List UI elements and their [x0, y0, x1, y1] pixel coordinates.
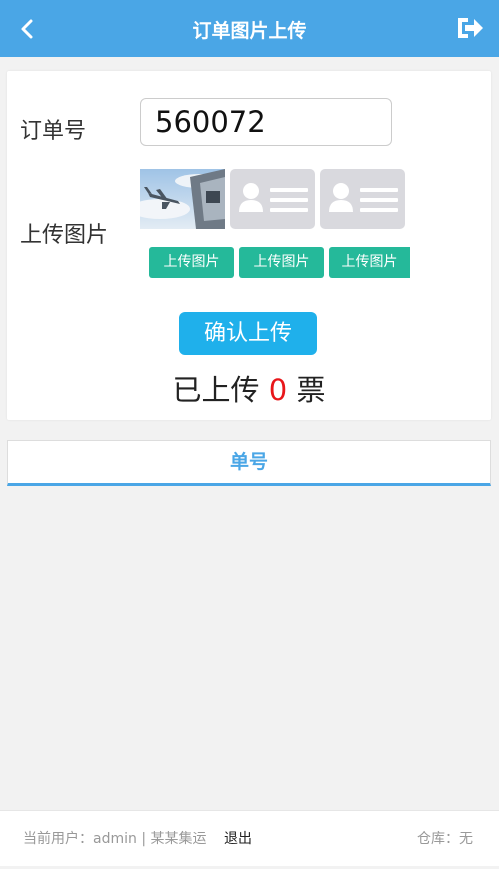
uploaded-prefix: 已上传	[172, 373, 260, 407]
warehouse-text: 仓库：无	[417, 831, 473, 847]
sign-out-icon[interactable]	[455, 14, 485, 42]
app-header: 订单图片上传	[0, 0, 499, 57]
uploaded-count: 0	[268, 373, 288, 407]
upload-image-button-3[interactable]: 上传图片	[329, 247, 410, 278]
exit-link[interactable]: 退出	[224, 828, 252, 848]
upload-image-button-2[interactable]: 上传图片	[239, 247, 324, 278]
tab-order-number[interactable]: 单号	[7, 440, 491, 486]
id-card-placeholder-icon	[239, 183, 308, 212]
footer-bar: 当前用户：admin | 某某集运 退出 仓库：无	[0, 810, 499, 866]
confirm-upload-button[interactable]: 确认上传	[179, 312, 317, 355]
image-slot-2[interactable]	[230, 169, 315, 229]
image-slot-3[interactable]	[320, 169, 405, 229]
uploaded-image-thumb[interactable]	[140, 169, 225, 229]
upload-image-label: 上传图片	[20, 223, 109, 248]
order-number-label: 订单号	[20, 119, 87, 144]
airplane-photo	[140, 169, 225, 229]
page-title: 订单图片上传	[192, 20, 307, 42]
upload-image-button-1[interactable]: 上传图片	[149, 247, 234, 278]
upload-form-card: 订单号 上传图片	[7, 71, 491, 420]
current-user-text: 当前用户：admin | 某某集运	[23, 831, 207, 847]
uploaded-suffix: 票	[296, 373, 326, 407]
id-card-placeholder-icon	[329, 183, 398, 212]
uploaded-count-line: 已上传 0 票	[7, 367, 491, 409]
order-number-input[interactable]	[140, 98, 392, 146]
